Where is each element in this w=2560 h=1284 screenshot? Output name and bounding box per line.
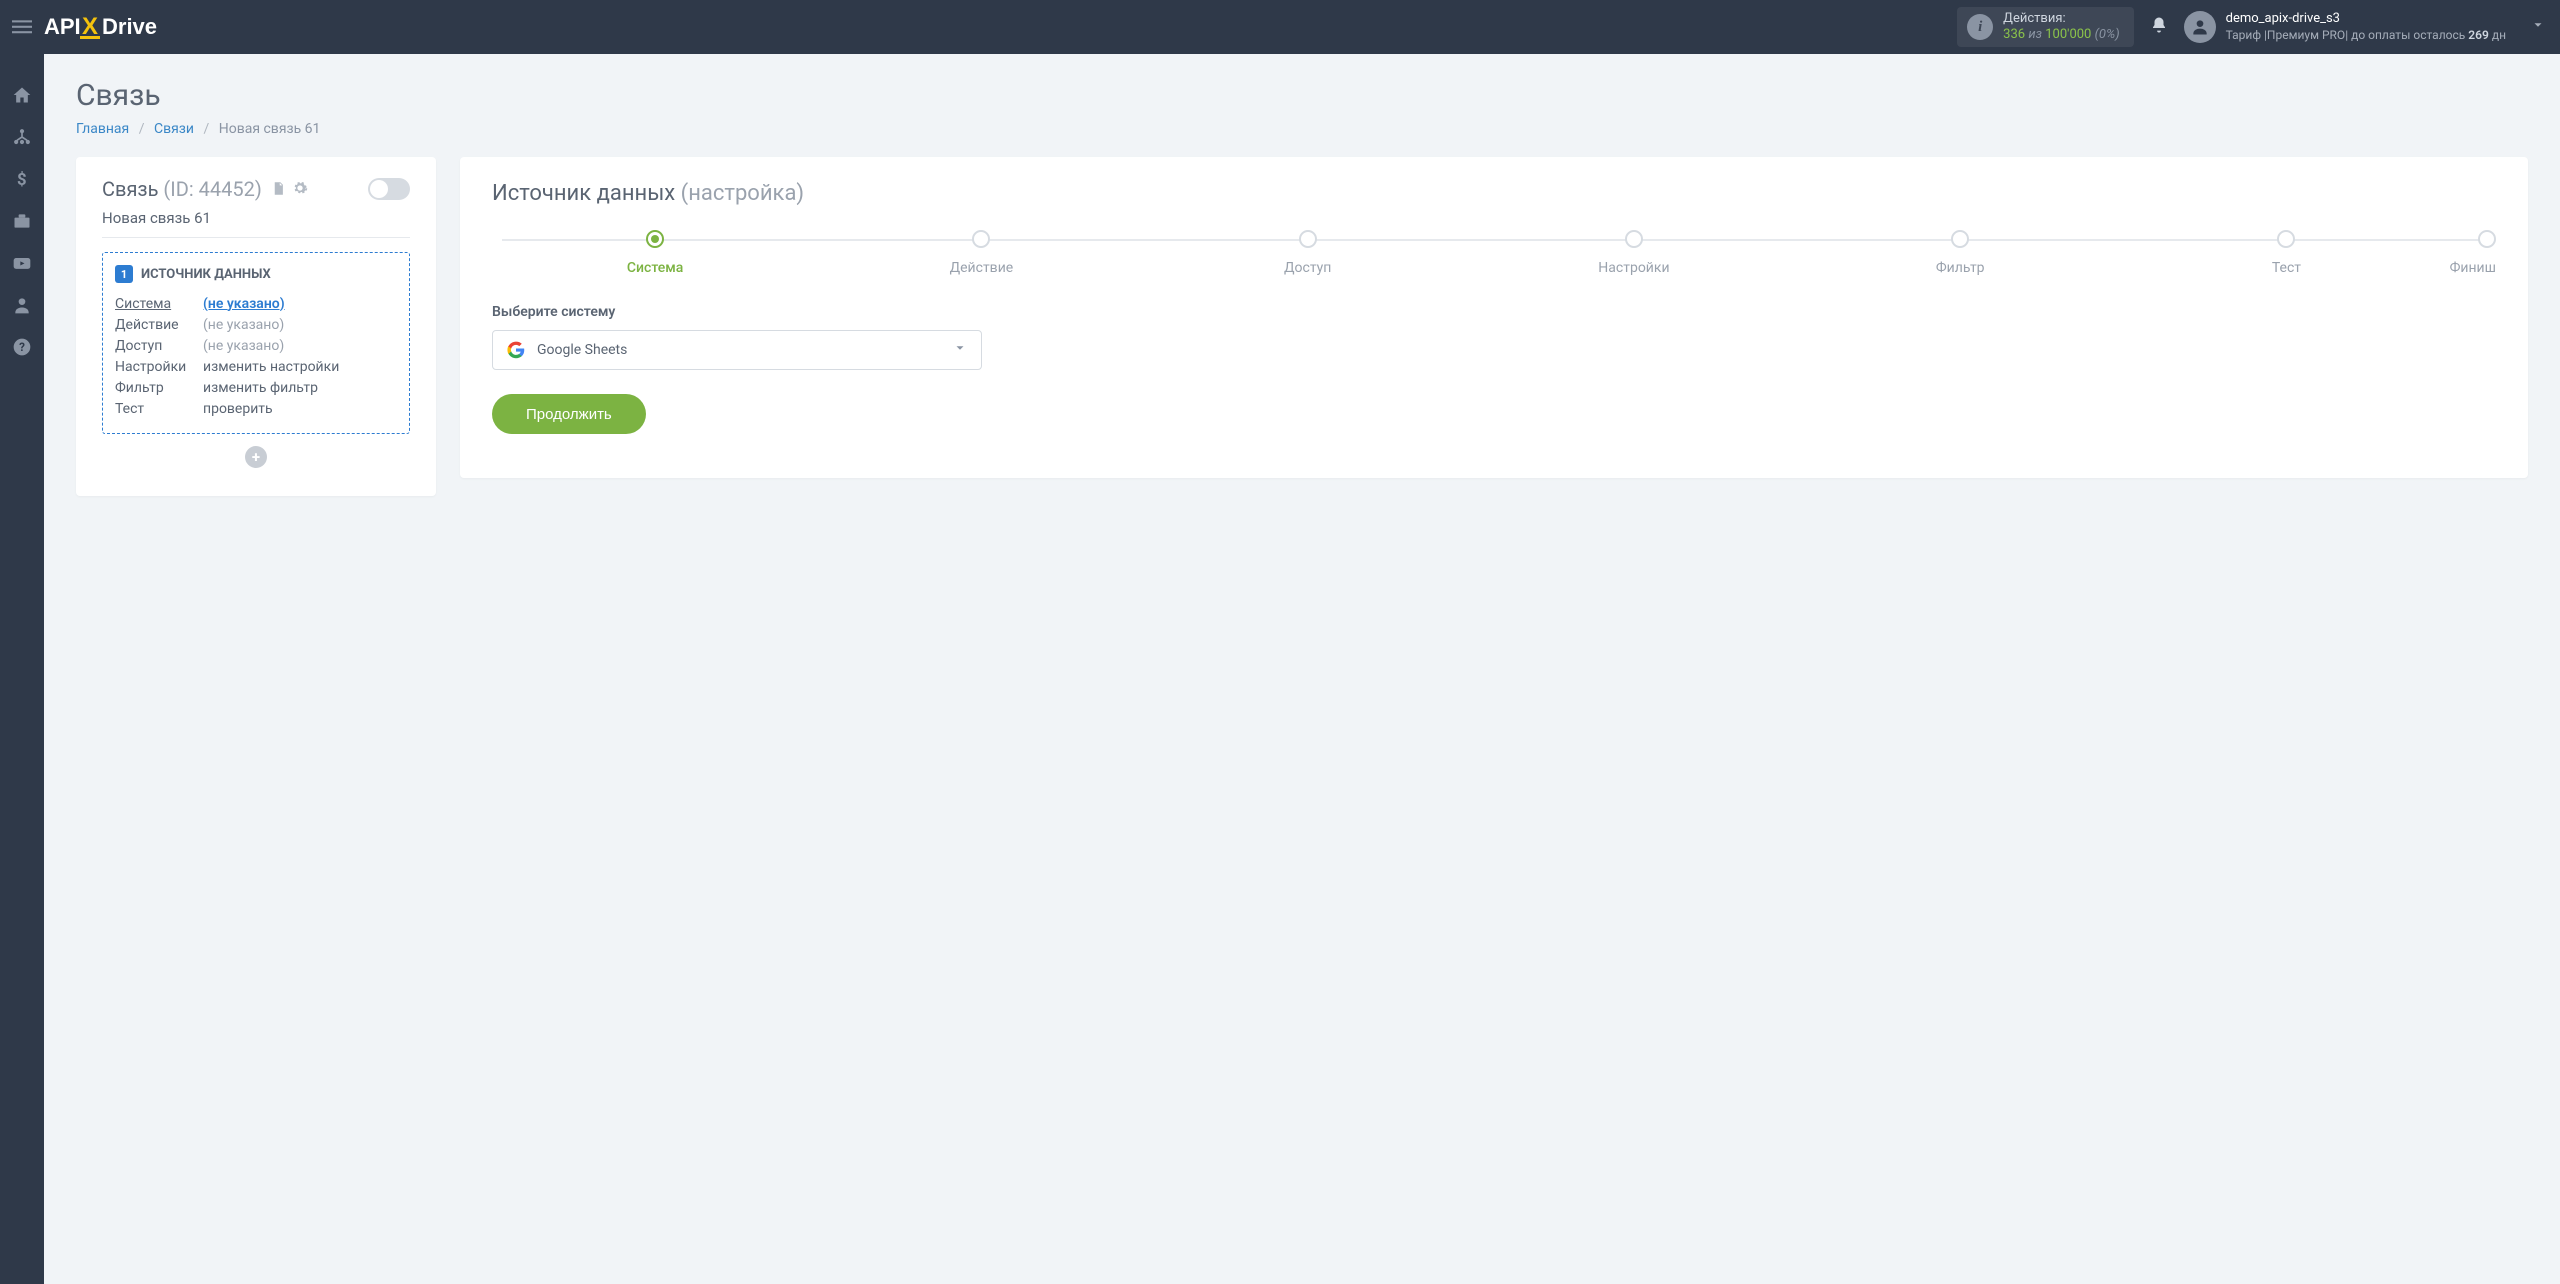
gear-icon[interactable] [292, 181, 308, 200]
source-box-title: ИСТОЧНИК ДАННЫХ [141, 267, 271, 282]
user-menu[interactable]: demo_apix-drive_s3 Тариф |Премиум PRO| д… [2184, 11, 2516, 43]
step-action[interactable]: Действие [818, 230, 1144, 276]
sidebar-billing-icon[interactable]: $ [0, 158, 44, 200]
row-settings-label: Настройки [115, 356, 203, 377]
setup-card: Источник данных (настройка) Система Дейс… [460, 157, 2528, 478]
add-destination-button[interactable]: + [245, 446, 267, 468]
svg-text:$: $ [17, 171, 27, 189]
hamburger-menu[interactable] [0, 0, 44, 54]
setup-subtitle: (настройка) [681, 181, 804, 206]
row-action-value: (не указано) [203, 317, 284, 333]
row-test-label: Тест [115, 398, 203, 419]
step-settings[interactable]: Настройки [1471, 230, 1797, 276]
row-filter-label: Фильтр [115, 377, 203, 398]
step-test[interactable]: Тест [2123, 230, 2449, 276]
row-system-value[interactable]: (не указано) [203, 296, 285, 312]
row-test-value[interactable]: проверить [203, 401, 273, 417]
actions-of: из [2028, 27, 2042, 42]
connection-name: Новая связь 61 [102, 209, 410, 227]
sidebar-help-icon[interactable]: ? [0, 326, 44, 368]
setup-title: Источник данных [492, 181, 675, 206]
tariff-info: Тариф |Премиум PRO| до оплаты осталось 2… [2226, 28, 2506, 43]
svg-text:Drive: Drive [102, 14, 157, 39]
logo[interactable]: API X Drive [44, 0, 244, 54]
actions-total: 100'000 [2045, 27, 2091, 42]
notifications-icon[interactable] [2134, 16, 2184, 39]
row-access-value: (не указано) [203, 338, 284, 354]
sidebar-profile-icon[interactable] [0, 284, 44, 326]
svg-text:API: API [44, 14, 81, 39]
select-system-label: Выберите систему [492, 304, 2496, 320]
row-action-label: Действие [115, 314, 203, 335]
step-system[interactable]: Система [492, 230, 818, 276]
system-select[interactable]: Google Sheets [492, 330, 982, 370]
card-title-label: Связь [102, 177, 158, 201]
row-filter-value[interactable]: изменить фильтр [203, 380, 318, 396]
header-expand-icon[interactable] [2516, 18, 2560, 36]
actions-count: 336 [2003, 27, 2025, 42]
stepper: Система Действие Доступ Настройки Фильтр [492, 230, 2496, 276]
avatar-icon [2184, 11, 2216, 43]
row-system-label: Система [115, 293, 203, 314]
actions-label: Действия: [2003, 11, 2119, 27]
info-icon: i [1967, 14, 1993, 40]
breadcrumb: Главная / Связи / Новая связь 61 [76, 121, 2528, 137]
step-access[interactable]: Доступ [1145, 230, 1471, 276]
step-filter[interactable]: Фильтр [1797, 230, 2123, 276]
row-access-label: Доступ [115, 335, 203, 356]
source-badge: 1 [115, 265, 133, 283]
breadcrumb-home[interactable]: Главная [76, 121, 129, 137]
username: demo_apix-drive_s3 [2226, 11, 2506, 27]
divider [102, 237, 410, 238]
source-data-box: 1 ИСТОЧНИК ДАННЫХ Система (не указано) Д… [102, 252, 410, 434]
google-icon [507, 341, 525, 359]
breadcrumb-connections[interactable]: Связи [154, 121, 194, 137]
system-select-value: Google Sheets [537, 342, 627, 358]
row-settings-value[interactable]: изменить настройки [203, 359, 339, 375]
svg-text:?: ? [19, 340, 25, 354]
continue-button[interactable]: Продолжить [492, 394, 646, 434]
breadcrumb-current: Новая связь 61 [219, 121, 321, 137]
page-title: Связь [76, 78, 2528, 113]
connection-toggle[interactable] [368, 178, 410, 200]
actions-counter[interactable]: i Действия: 336 из 100'000 (0%) [1957, 7, 2133, 48]
document-icon[interactable] [271, 181, 290, 200]
card-title-id: (ID: 44452) [163, 177, 261, 201]
sidebar: $ ? [0, 54, 44, 1284]
sidebar-connections-icon[interactable] [0, 116, 44, 158]
actions-percent: (0%) [2095, 27, 2120, 42]
connection-summary-card: Связь (ID: 44452) Новая связь 61 1 ИСТОЧ… [76, 157, 436, 496]
sidebar-video-icon[interactable] [0, 242, 44, 284]
chevron-down-icon [953, 341, 967, 359]
app-header: API X Drive i Действия: 336 из 100'000 (… [0, 0, 2560, 54]
sidebar-briefcase-icon[interactable] [0, 200, 44, 242]
step-finish[interactable]: Финиш [2450, 230, 2496, 276]
sidebar-home-icon[interactable] [0, 74, 44, 116]
